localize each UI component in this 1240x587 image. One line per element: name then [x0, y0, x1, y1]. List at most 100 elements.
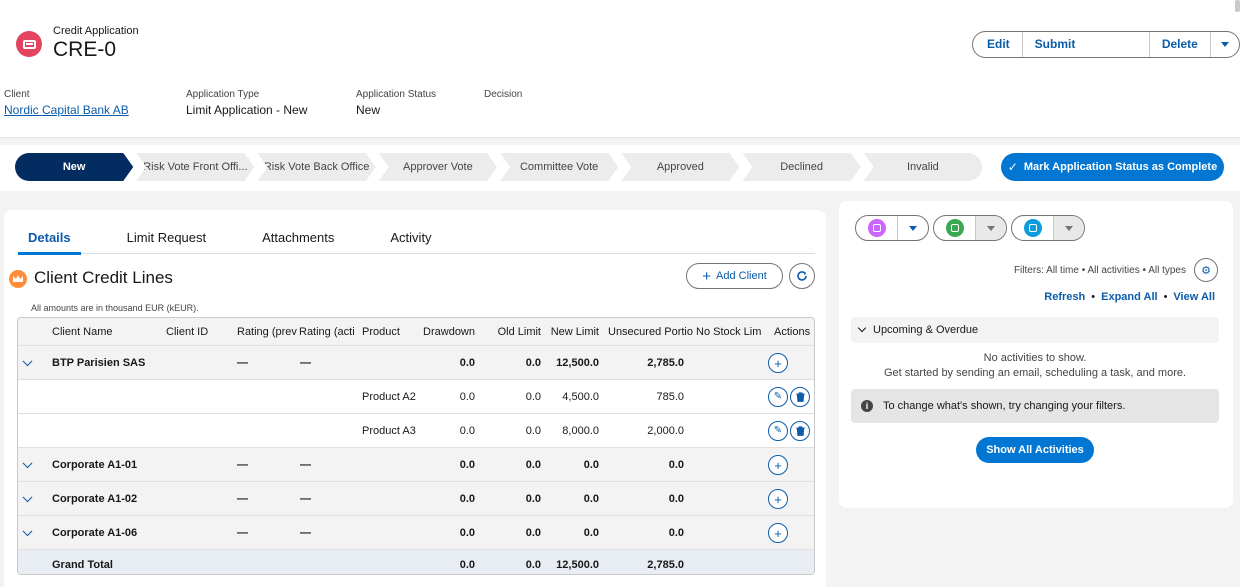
chevron-down-icon[interactable]	[22, 355, 33, 366]
add-line-button[interactable]: +	[768, 523, 788, 543]
tab-attachments[interactable]: Attachments	[252, 228, 344, 254]
crown-icon	[9, 270, 27, 288]
record-actions: Edit Submit Application Delete	[972, 31, 1240, 58]
record-header: Credit Application CRE-0 Edit Submit App…	[0, 0, 1240, 138]
path-step-new[interactable]: New	[15, 153, 133, 181]
field-label: Client	[4, 89, 30, 100]
chevron-down-icon[interactable]	[22, 491, 33, 502]
client-name-cell: BTP Parisien SAS	[52, 356, 146, 369]
col-rating-act[interactable]: Rating (acti	[299, 318, 359, 345]
mark-status-complete-button[interactable]: ✓ Mark Application Status as Complete	[1001, 153, 1224, 181]
chevron-down-icon[interactable]	[22, 457, 33, 468]
old-limit-cell: 0.0	[525, 492, 541, 505]
upcoming-overdue-section[interactable]: Upcoming & Overdue	[851, 317, 1219, 343]
new-task-dropdown[interactable]	[976, 216, 1006, 240]
old-limit-cell: 0.0	[525, 458, 541, 471]
amount-note: All amounts are in thousand EUR (kEUR).	[31, 303, 199, 313]
rating-act-cell: —	[300, 356, 311, 369]
plus-icon: +	[702, 267, 711, 285]
new-task-button[interactable]	[934, 216, 976, 240]
gear-icon: ⚙	[1201, 264, 1211, 277]
col-new-limit[interactable]: New Limit	[541, 318, 599, 345]
trash-icon	[795, 392, 805, 402]
new-event-split-button	[855, 215, 929, 241]
client-name-cell: Corporate A1-02	[52, 492, 138, 505]
page-scrollbar[interactable]	[1235, 0, 1240, 12]
new-limit-cell: 0.0	[583, 458, 599, 471]
log-call-button[interactable]	[1012, 216, 1054, 240]
log-call-dropdown[interactable]	[1054, 216, 1084, 240]
object-label: Credit Application	[53, 25, 139, 37]
pencil-icon: ✎	[773, 425, 783, 436]
add-line-button[interactable]: +	[768, 489, 788, 509]
empty-state: No activities to show. Get started by se…	[851, 351, 1219, 381]
tab-activity[interactable]: Activity	[380, 228, 441, 254]
submit-application-button[interactable]: Submit Application	[1023, 32, 1150, 57]
col-unsecured[interactable]: Unsecured Portio	[608, 318, 694, 345]
log-call-icon	[1023, 219, 1042, 237]
edit-line-button[interactable]: ✎	[768, 387, 788, 407]
expand-all-link[interactable]: Expand All	[1101, 291, 1157, 303]
more-actions-button[interactable]	[1211, 32, 1239, 57]
chevron-down-icon	[857, 323, 867, 333]
plus-icon: +	[774, 457, 782, 473]
delete-line-button[interactable]	[790, 421, 810, 441]
chevron-down-icon[interactable]	[22, 525, 33, 536]
add-client-button[interactable]: + Add Client	[686, 263, 783, 289]
new-limit-cell: 8,000.0	[562, 424, 599, 437]
col-no-stock-limit[interactable]: No Stock Lim	[696, 318, 774, 345]
chevron-down-icon	[987, 225, 995, 231]
chevron-down-icon	[1065, 225, 1073, 231]
filter-settings-button[interactable]: ⚙	[1194, 258, 1218, 282]
refresh-button[interactable]	[789, 263, 815, 289]
pencil-icon: ✎	[773, 391, 783, 402]
view-all-link[interactable]: View All	[1173, 291, 1215, 303]
plus-icon: +	[774, 525, 782, 541]
path-step-risk-vote-back-office[interactable]: Risk Vote Back Office	[258, 153, 376, 181]
separator-dot: •	[1163, 291, 1168, 303]
edit-line-button[interactable]: ✎	[768, 421, 788, 441]
show-all-activities-button[interactable]: Show All Activities	[976, 437, 1094, 463]
field-value: New	[356, 103, 381, 117]
path-step-risk-vote-front-office[interactable]: Risk Vote Front Offi...	[136, 153, 254, 181]
task-icon	[945, 219, 964, 237]
col-rating-prev[interactable]: Rating (prev	[237, 318, 297, 345]
add-line-button[interactable]: +	[768, 353, 788, 373]
path-step-invalid[interactable]: Invalid	[863, 153, 982, 181]
new-limit-cell: 0.0	[583, 526, 599, 539]
delete-button[interactable]: Delete	[1150, 32, 1211, 57]
timeline-links: Refresh • Expand All • View All	[1044, 291, 1215, 303]
tab-details[interactable]: Details	[18, 228, 81, 255]
delete-line-button[interactable]	[790, 387, 810, 407]
new-event-dropdown[interactable]	[898, 216, 928, 240]
col-client-id[interactable]: Client ID	[166, 318, 226, 345]
new-event-button[interactable]	[856, 216, 898, 240]
add-line-button[interactable]: +	[768, 455, 788, 475]
unsecured-cell: 2,000.0	[647, 424, 684, 437]
trash-icon	[795, 426, 805, 436]
tab-limit-request[interactable]: Limit Request	[117, 228, 216, 254]
path-step-committee-vote[interactable]: Committee Vote	[500, 153, 618, 181]
path-step-declined[interactable]: Declined	[743, 153, 861, 181]
unsecured-cell: 2,785.0	[647, 356, 684, 369]
product-cell: Product A2	[362, 390, 416, 403]
status-path: New Risk Vote Front Offi... Risk Vote Ba…	[0, 145, 1240, 191]
col-old-limit[interactable]: Old Limit	[478, 318, 541, 345]
new-task-split-button	[933, 215, 1007, 241]
client-name-cell: Corporate A1-01	[52, 458, 138, 471]
path-step-approver-vote[interactable]: Approver Vote	[379, 153, 497, 181]
table-row: Product A2 0.0 0.0 4,500.0 785.0 ✎	[18, 380, 814, 414]
col-drawdown[interactable]: Drawdown	[418, 318, 475, 345]
product-cell: Product A3	[362, 424, 416, 437]
unsecured-cell: 0.0	[668, 492, 684, 505]
record-title: CRE-0	[53, 38, 117, 61]
col-client-name[interactable]: Client Name	[52, 318, 142, 345]
edit-button[interactable]: Edit	[973, 32, 1023, 57]
path-step-approved[interactable]: Approved	[621, 153, 739, 181]
client-link[interactable]: Nordic Capital Bank AB	[4, 103, 129, 117]
grand-total-label: Grand Total	[52, 559, 113, 571]
refresh-link[interactable]: Refresh	[1044, 291, 1085, 303]
tab-bar: Details Limit Request Attachments Activi…	[18, 228, 815, 255]
col-product[interactable]: Product	[362, 318, 418, 345]
old-limit-cell: 0.0	[525, 526, 541, 539]
